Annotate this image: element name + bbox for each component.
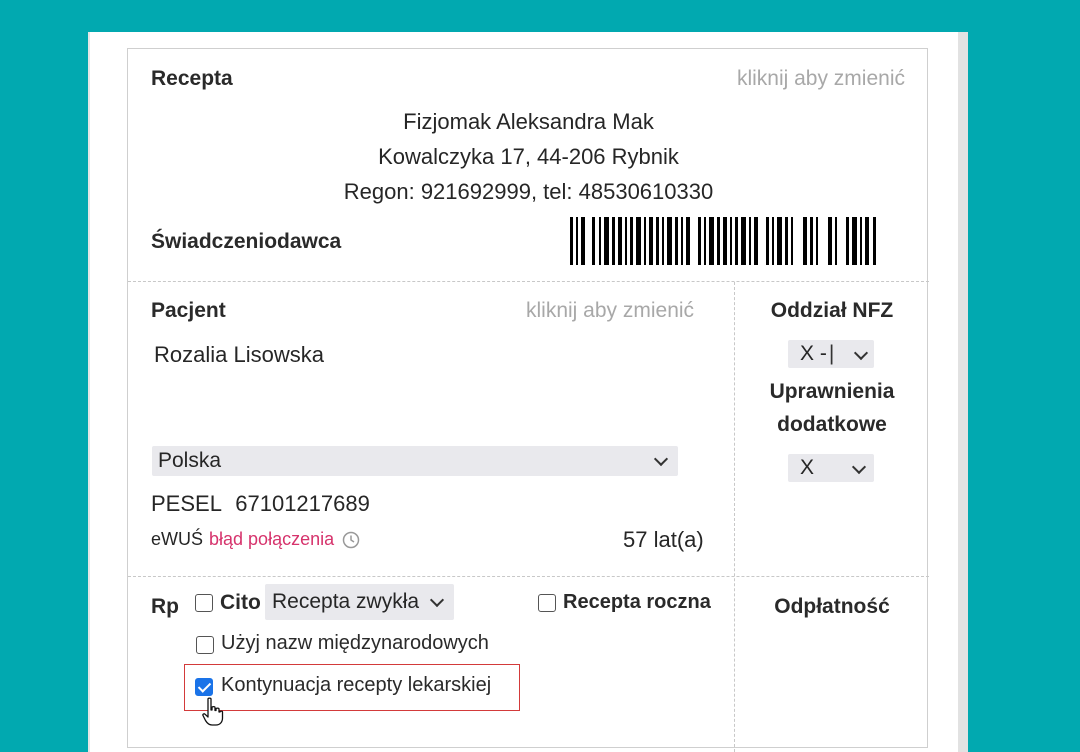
nfz-branch-select[interactable]: X - | [788, 340, 874, 368]
ewus-row: eWUŚ błąd połączenia [151, 529, 360, 550]
divider-vertical [734, 282, 735, 752]
country-value: Polska [158, 449, 222, 472]
intl-names-checkbox[interactable] [196, 636, 214, 654]
pesel-row: PESEL 67101217689 [151, 491, 370, 517]
annual-label[interactable]: Recepta roczna [563, 591, 711, 614]
rights-value: X [800, 456, 815, 479]
cito-label[interactable]: Cito [220, 591, 261, 615]
recepta-title: Recepta [151, 67, 233, 90]
cito-checkbox[interactable] [195, 594, 213, 612]
recepta-change-link[interactable]: kliknij aby zmienić [737, 67, 905, 91]
provider-label: Świadczeniodawca [151, 230, 342, 253]
hand-cursor-icon [202, 697, 224, 726]
divider-middle [128, 576, 929, 577]
divider-top [128, 281, 929, 282]
nfz-title: Oddział NFZ [770, 299, 894, 322]
pesel-label: PESEL [151, 491, 222, 516]
patient-name: Rozalia Lisowska [154, 342, 324, 367]
pesel-value: 67101217689 [235, 491, 370, 516]
provider-name: Fizjomak Aleksandra Mak [403, 109, 654, 134]
prescription-form: Recepta kliknij aby zmienić Fizjomak Ale… [127, 48, 929, 752]
clock-icon[interactable] [342, 531, 360, 549]
chevron-down-icon [653, 451, 669, 467]
pacjent-title: Pacjent [151, 299, 226, 322]
provider-regon: Regon: 921692999, tel: 48530610330 [343, 179, 714, 204]
annual-checkbox[interactable] [538, 594, 556, 612]
prescription-type-value: Recepta zwykła [272, 590, 420, 613]
rights-select[interactable]: X [788, 454, 874, 482]
barcode-icon [570, 217, 876, 265]
prescription-type-select[interactable]: Recepta zwykła [265, 584, 454, 620]
pacjent-change-link[interactable]: kliknij aby zmienić [526, 299, 694, 323]
intl-names-label[interactable]: Użyj nazw międzynarodowych [221, 632, 489, 655]
country-select[interactable]: Polska [152, 446, 678, 476]
nfz-branch-value: X - [800, 342, 827, 365]
patient-age: 57 lat(a) [623, 527, 704, 552]
payment-label: Odpłatność [774, 595, 890, 618]
continuation-label[interactable]: Kontynuacja recepty lekarskiej [221, 674, 491, 697]
ewus-label: eWUŚ [151, 529, 204, 549]
ewus-status[interactable]: błąd połączenia [209, 529, 334, 550]
chevron-down-icon [851, 459, 867, 475]
rp-label: Rp [151, 595, 179, 618]
nfz-branch-cursor: | [828, 342, 835, 365]
continuation-checkbox[interactable] [195, 678, 213, 696]
rights-title-1: Uprawnienia [769, 380, 895, 403]
rights-title-2: dodatkowe [777, 413, 887, 436]
chevron-down-icon [429, 592, 445, 608]
provider-address: Kowalczyka 17, 44-206 Rybnik [378, 144, 679, 169]
chevron-down-icon [853, 345, 869, 361]
